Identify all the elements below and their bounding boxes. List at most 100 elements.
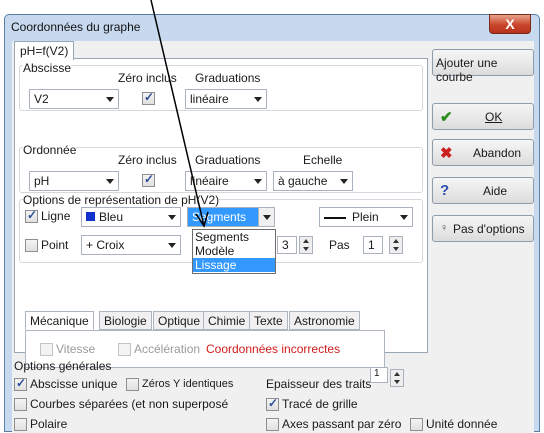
chevron-down-icon [254, 179, 262, 184]
line-mode-dropdown: Segments Modèle Lissage [192, 229, 276, 274]
ordonnee-zero-checkbox[interactable] [142, 172, 155, 187]
epaisseur-label: Epaisseur des traits [266, 377, 372, 391]
color-swatch-icon [86, 212, 95, 221]
tab-mecanique[interactable]: Mécanique [25, 311, 94, 330]
no-options-button[interactable]: ♀ Pas d'options [432, 215, 534, 242]
ordonnee-scale-value: à gauche [278, 174, 328, 188]
chevron-down-icon [254, 97, 262, 102]
vitesse-label: Vitesse [56, 342, 96, 356]
bulb-icon: ♀ [440, 222, 449, 234]
epaisseur-spinner[interactable] [390, 369, 404, 387]
add-curve-button[interactable]: Ajouter une courbe [432, 49, 534, 84]
polaire-checkbox[interactable] [14, 418, 27, 431]
acceleration-checkbox[interactable] [118, 343, 131, 356]
abscisse-grad-label: Graduations [195, 71, 261, 85]
abscisse-unique-checkbox[interactable] [14, 376, 27, 391]
point-size-input[interactable]: 3 [277, 236, 297, 254]
dialog-window: Coordonnées du graphe X pH=f(V2) Absciss… [4, 14, 540, 433]
point-label: Point [41, 238, 69, 252]
ok-label: OK [485, 110, 503, 124]
question-icon: ? [440, 182, 450, 199]
abscisse-zero-checkbox[interactable] [142, 90, 155, 105]
abscisse-graduation-value: linéaire [190, 92, 229, 106]
ordonnee-graduation-select[interactable]: linéaire [185, 171, 267, 191]
tab-optique[interactable]: Optique [153, 311, 206, 330]
chevron-down-icon [263, 215, 271, 220]
chevron-down-icon [340, 179, 348, 184]
line-label: Ligne [41, 209, 71, 223]
window-title: Coordonnées du graphe [11, 20, 141, 34]
line-style-select[interactable]: Plein [319, 207, 413, 227]
zeros-y-checkbox[interactable] [126, 378, 139, 391]
chevron-down-icon [168, 243, 176, 248]
check-icon: ✔ [440, 109, 453, 126]
representation-label: Options de représentation de pH(V2) [23, 193, 220, 207]
unite-checkbox[interactable] [410, 418, 423, 431]
point-symbol-select[interactable]: + Croix [81, 235, 181, 255]
pas-spinner[interactable] [389, 236, 403, 254]
axes-zero-label: Axes passant par zéro [282, 417, 402, 431]
pas-label: Pas [329, 238, 350, 252]
tab-biologie[interactable]: Biologie [99, 311, 152, 330]
chevron-down-icon [106, 97, 114, 102]
abscisse-variable-value: V2 [34, 92, 49, 106]
ordonnee-grad-label: Graduations [195, 153, 261, 167]
tab-chimie[interactable]: Chimie [203, 311, 251, 330]
courbes-separees-checkbox[interactable] [14, 398, 27, 411]
abscisse-zero-label: Zéro inclus [118, 71, 177, 85]
dropdown-item-segments[interactable]: Segments [193, 230, 275, 244]
help-label: Aide [483, 184, 508, 198]
line-mode-value: Segments [192, 210, 247, 224]
dropdown-item-lissage[interactable]: Lissage [193, 258, 275, 272]
line-color-value: Bleu [99, 210, 124, 224]
cross-icon: ✖ [440, 145, 453, 162]
ordonnee-variable-select[interactable]: pH [29, 171, 119, 191]
line-color-select[interactable]: Bleu [81, 207, 181, 227]
vitesse-checkbox[interactable] [40, 343, 53, 356]
close-button[interactable]: X [489, 14, 531, 34]
abscisse-label: Abscisse [23, 61, 72, 75]
polaire-label: Polaire [30, 417, 68, 431]
unite-label: Unité donnée [426, 417, 498, 431]
help-button[interactable]: ? Aide [432, 177, 534, 204]
line-style-value: Plein [352, 210, 379, 224]
point-checkbox[interactable] [25, 239, 38, 252]
trace-grille-label: Tracé de grille [282, 397, 358, 411]
title-bar[interactable]: Coordonnées du graphe X [5, 14, 539, 41]
ordonnee-scale-label: Echelle [303, 153, 343, 167]
add-curve-label: Ajouter une courbe [436, 56, 498, 84]
chevron-down-icon [106, 179, 114, 184]
cancel-label: Abandon [473, 146, 522, 160]
abscisse-graduation-select[interactable]: linéaire [185, 89, 267, 109]
ordonnee-label: Ordonnée [23, 143, 77, 157]
general-options-label: Options générales [14, 359, 112, 373]
dialog-client: pH=f(V2) Abscisse Zéro inclus Graduation… [12, 41, 534, 433]
ordonnee-variable-value: pH [34, 174, 50, 188]
line-style-icon [324, 216, 346, 219]
close-icon: X [505, 16, 515, 32]
tab-ph-v2[interactable]: pH=f(V2) [14, 41, 75, 60]
line-checkbox[interactable] [25, 208, 38, 223]
tab-texte[interactable]: Texte [249, 311, 288, 330]
courbes-separees-label: Courbes séparées (et non superposé [30, 397, 229, 411]
tab-panel: Abscisse Zéro inclus Graduations V2 liné… [14, 58, 428, 368]
abscisse-unique-label: Abscisse unique [30, 377, 118, 391]
point-symbol-value: + Croix [86, 238, 125, 252]
abscisse-variable-select[interactable]: V2 [29, 89, 119, 109]
ordonnee-zero-label: Zéro inclus [118, 153, 177, 167]
epaisseur-input[interactable]: 1 [370, 367, 388, 383]
ordonnee-graduation-value: linéaire [190, 174, 229, 188]
zeros-y-label: Zéros Y identiques [142, 378, 234, 390]
ordonnee-scale-select[interactable]: à gauche [273, 171, 353, 191]
point-size-spinner[interactable] [299, 236, 313, 254]
tab-astronomie[interactable]: Astronomie [289, 311, 360, 330]
pas-input[interactable]: 1 [363, 236, 383, 254]
ok-button[interactable]: ✔ OK [432, 103, 534, 130]
error-message: Coordonnées incorrectes [206, 342, 341, 356]
trace-grille-checkbox[interactable] [266, 396, 279, 411]
axes-zero-checkbox[interactable] [266, 418, 279, 431]
line-mode-select[interactable]: Segments [187, 207, 275, 227]
line-mode-dropbtn[interactable] [258, 208, 274, 226]
cancel-button[interactable]: ✖ Abandon [432, 139, 534, 166]
dropdown-item-modele[interactable]: Modèle [193, 244, 275, 258]
